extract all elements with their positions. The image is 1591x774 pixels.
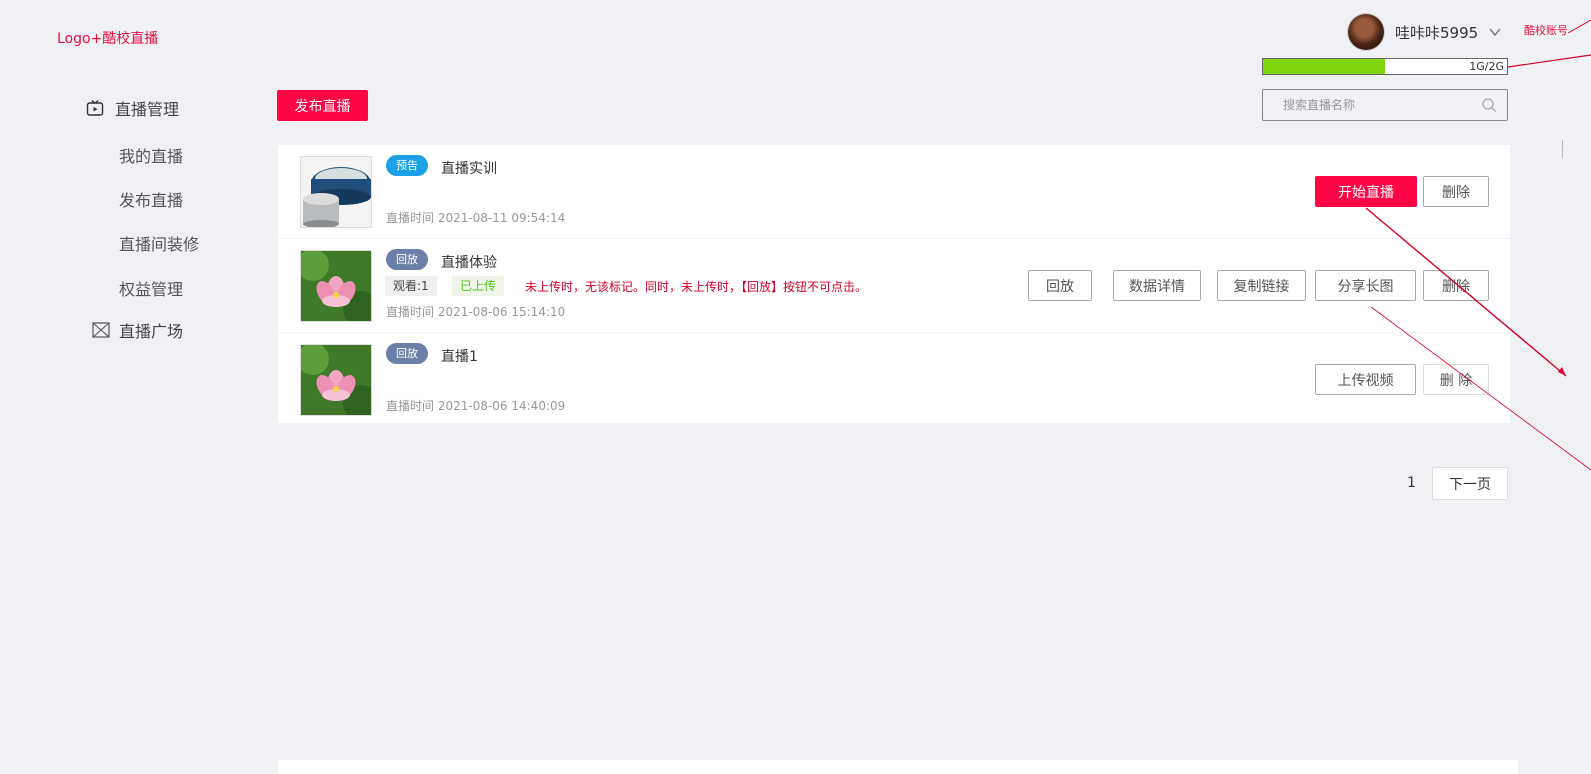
arrowhead xyxy=(1558,367,1566,376)
annotation-arrow xyxy=(1370,306,1591,471)
annotation-arrow xyxy=(1507,54,1591,68)
annotation-arrows xyxy=(1365,19,1591,471)
annotation-arrow xyxy=(1567,19,1591,34)
annotation-arrow xyxy=(1365,207,1567,377)
